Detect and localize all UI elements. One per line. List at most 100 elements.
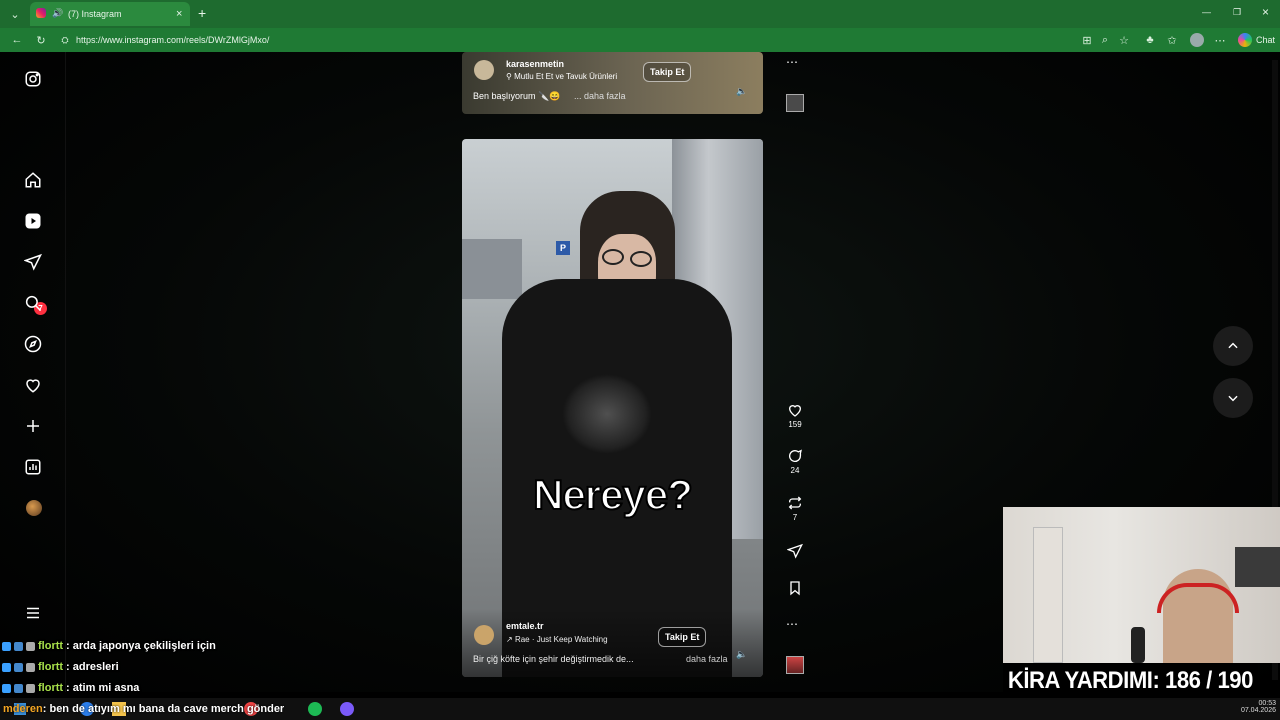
chat-text: : arda japonya çekilişleri için bbox=[66, 640, 216, 652]
reel-overlay-text: Nereye? bbox=[532, 470, 694, 519]
chat-message: flortt : adresleri bbox=[2, 661, 119, 673]
reel-audio[interactable]: ↗ Rae · Just Keep Watching bbox=[506, 635, 608, 644]
tab-title: (7) Instagram bbox=[68, 9, 122, 19]
clock-date: 07.04.2026 bbox=[1240, 707, 1276, 714]
badge-icon bbox=[14, 662, 23, 672]
taskbar-app-icon[interactable] bbox=[340, 702, 354, 716]
reel-video-previous[interactable]: karasenmetin ⚲ Mutlu Et Et ve Tavuk Ürün… bbox=[462, 52, 763, 114]
chat-message: mderen: ben de atıyım mı bana da cave me… bbox=[3, 703, 284, 715]
taskbar-app-icon[interactable] bbox=[308, 702, 322, 716]
comment-action[interactable]: 24 bbox=[784, 448, 806, 475]
extensions-icon[interactable]: ♣ bbox=[1143, 33, 1157, 47]
user-avatar[interactable] bbox=[474, 625, 494, 645]
instagram-favicon-icon bbox=[36, 8, 46, 18]
more-link[interactable]: ... daha fazla bbox=[574, 91, 626, 101]
profile-avatar[interactable] bbox=[1190, 33, 1204, 47]
next-reel-button[interactable] bbox=[1213, 378, 1253, 418]
new-tab-icon[interactable]: + bbox=[198, 5, 206, 21]
reload-icon[interactable]: ↻ bbox=[34, 33, 48, 47]
repost-count: 7 bbox=[792, 513, 798, 522]
reel-location[interactable]: ⚲ Mutlu Et Et ve Tavuk Ürünleri bbox=[506, 72, 617, 81]
copilot-icon[interactable] bbox=[1238, 33, 1252, 47]
reel-video[interactable]: P Nereye? emtale.tr ↗ Rae · Just Keep Wa… bbox=[462, 139, 763, 677]
tab-list-chevron-icon[interactable]: ⌄ bbox=[8, 7, 22, 21]
audio-label: Rae · Just Keep Watching bbox=[514, 635, 608, 644]
badge-icon bbox=[26, 662, 35, 672]
chat-username: flortt bbox=[38, 640, 64, 652]
location-label: Mutlu Et Et ve Tavuk Ürünleri bbox=[514, 72, 618, 81]
bookmark-icon bbox=[790, 581, 800, 596]
chat-text: : ben de atıyım mı bana da cave merch gö… bbox=[42, 703, 285, 715]
create-plus-icon[interactable] bbox=[20, 413, 46, 439]
wall-poster bbox=[1235, 547, 1280, 587]
more-menu-icon[interactable] bbox=[20, 600, 46, 626]
dashboard-icon[interactable] bbox=[20, 454, 46, 480]
reel-username[interactable]: emtale.tr bbox=[506, 621, 544, 631]
previous-reel-button[interactable] bbox=[1213, 326, 1253, 366]
chat-username: flortt bbox=[38, 682, 64, 694]
chat-message: flortt : atim mi asna bbox=[2, 682, 139, 694]
tab-close-icon[interactable]: × bbox=[176, 8, 182, 20]
chat-username: flortt bbox=[38, 661, 64, 673]
repost-icon bbox=[788, 496, 802, 510]
background-building bbox=[462, 239, 522, 299]
badge-icon bbox=[2, 662, 11, 672]
share-action[interactable] bbox=[784, 543, 806, 559]
home-icon[interactable] bbox=[20, 167, 46, 193]
zoom-icon[interactable]: ⌕ bbox=[1098, 33, 1112, 47]
music-icon: ↗ bbox=[506, 635, 515, 644]
audio-thumbnail[interactable] bbox=[786, 94, 804, 112]
mute-icon[interactable]: 🔈 bbox=[736, 86, 747, 97]
more-options-icon[interactable]: ⋯ bbox=[786, 617, 798, 631]
chat-text: : atim mi asna bbox=[66, 682, 140, 694]
share-icon bbox=[787, 543, 803, 559]
mute-icon[interactable]: 🔈 bbox=[736, 649, 747, 660]
notifications-heart-icon[interactable] bbox=[20, 372, 46, 398]
audio-thumbnail[interactable] bbox=[786, 656, 804, 674]
like-action[interactable]: 159 bbox=[784, 402, 806, 429]
app-install-icon[interactable]: ⊞ bbox=[1080, 33, 1094, 47]
donation-goal: KİRA YARDIMI: 186 / 190 bbox=[1003, 663, 1258, 698]
browser-tab[interactable]: 🔊 (7) Instagram × bbox=[30, 2, 190, 26]
favorites-icon[interactable]: ✩ bbox=[1165, 33, 1179, 47]
more-link[interactable]: daha fazla bbox=[686, 654, 728, 664]
glasses-right bbox=[630, 251, 652, 267]
badge-icon bbox=[26, 683, 35, 693]
reel-caption: Ben başlıyorum 🔪😄 bbox=[473, 91, 561, 101]
explore-icon[interactable] bbox=[20, 331, 46, 357]
minimize-icon[interactable]: — bbox=[1202, 7, 1211, 17]
reel-username[interactable]: karasenmetin bbox=[506, 59, 564, 69]
save-action[interactable] bbox=[784, 580, 806, 596]
reel-caption: Bir çiğ köfte için şehir değiştirmedik d… bbox=[473, 654, 634, 664]
tab-audio-icon[interactable]: 🔊 bbox=[52, 8, 63, 19]
badge-icon bbox=[14, 683, 23, 693]
back-icon[interactable]: ← bbox=[10, 33, 24, 47]
follow-button[interactable]: Takip Et bbox=[658, 627, 707, 647]
chat-message: flortt : arda japonya çekilişleri için bbox=[2, 640, 216, 652]
microphone bbox=[1131, 627, 1145, 663]
url-field[interactable]: https://www.instagram.com/reels/DWrZMlGj… bbox=[76, 35, 269, 45]
chat-button[interactable]: Chat bbox=[1256, 35, 1275, 45]
badge-icon bbox=[2, 683, 11, 693]
chat-text: : adresleri bbox=[66, 661, 119, 673]
more-options-icon[interactable]: ⋯ bbox=[786, 55, 798, 69]
windows-taskbar: mderen: ben de atıyım mı bana da cave me… bbox=[0, 698, 1280, 720]
instagram-logo-icon[interactable] bbox=[20, 66, 46, 92]
badge-icon bbox=[14, 641, 23, 651]
taskbar-clock[interactable]: 00:53 07.04.2026 bbox=[1240, 700, 1276, 714]
repost-action[interactable]: 7 bbox=[784, 495, 806, 522]
follow-button[interactable]: Takip Et bbox=[643, 62, 692, 82]
maximize-icon[interactable]: ❐ bbox=[1233, 7, 1241, 18]
user-avatar[interactable] bbox=[474, 60, 494, 80]
favorite-star-icon[interactable]: ☆ bbox=[1117, 33, 1131, 47]
messages-icon[interactable] bbox=[20, 249, 46, 275]
window-close-icon[interactable]: × bbox=[1262, 5, 1269, 19]
profile-avatar[interactable] bbox=[26, 500, 42, 516]
search-icon[interactable] bbox=[20, 290, 46, 316]
location-pin-icon: ⚲ bbox=[506, 72, 515, 81]
more-menu-icon[interactable]: ⋯ bbox=[1213, 33, 1227, 47]
reels-icon[interactable] bbox=[20, 208, 46, 234]
site-info-icon[interactable]: ⛭ bbox=[58, 33, 72, 47]
badge-icon bbox=[2, 641, 11, 651]
glasses-left bbox=[602, 249, 624, 265]
